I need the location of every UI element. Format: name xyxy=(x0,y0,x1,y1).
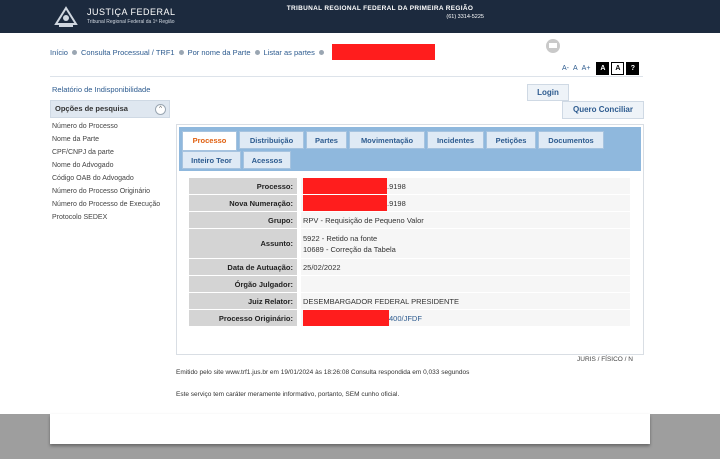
relatorio-indisponibilidade-link[interactable]: Relatório de Indisponibilidade xyxy=(52,85,150,94)
detail-label: Juiz Relator: xyxy=(189,293,297,309)
search-option-numero-processo[interactable]: Número do Processo xyxy=(52,122,172,131)
detail-value: .9198 xyxy=(301,178,630,194)
process-details-panel: Processo Distribuição Partes Movimentaçã… xyxy=(176,124,644,355)
tab-processo[interactable]: Processo xyxy=(182,131,237,151)
search-options-list: Número do Processo Nome da Parte CPF/CNP… xyxy=(52,122,172,226)
detail-row-grupo: Grupo: RPV - Requisição de Pequeno Valor xyxy=(189,212,630,229)
detail-row-nova-numeracao: Nova Numeração: .9198 xyxy=(189,195,630,212)
help-button[interactable]: ? xyxy=(626,61,640,75)
redacted-block xyxy=(303,195,387,211)
redacted-block xyxy=(331,44,435,60)
search-option-oab[interactable]: Código OAB do Advogado xyxy=(52,174,172,183)
redacted-block xyxy=(303,310,389,326)
assunto-item: 5922 - Retido na fonte xyxy=(303,233,378,243)
processo-originario-link[interactable]: 400/JFDF xyxy=(389,314,422,323)
detail-label: Data de Autuação: xyxy=(189,259,297,275)
top-header: JUSTIÇA FEDERAL Tribunal Regional Federa… xyxy=(0,0,720,33)
redacted-block xyxy=(303,178,387,194)
font-increase-button[interactable]: A+ xyxy=(582,65,591,72)
tab-documentos[interactable]: Documentos xyxy=(538,131,604,149)
breadcrumb-separator-icon xyxy=(318,49,324,55)
search-options-title: Opções de pesquisa xyxy=(55,104,128,113)
detail-value xyxy=(301,276,630,292)
court-phone: (61) 3314-5225 xyxy=(446,14,484,20)
tab-peticoes[interactable]: Petições xyxy=(486,131,536,149)
collapse-icon[interactable]: ^ xyxy=(155,104,166,115)
detail-value: DESEMBARGADOR FEDERAL PRESIDENTE xyxy=(301,293,630,309)
breadcrumb-consulta[interactable]: Consulta Processual / TRF1 xyxy=(81,48,175,57)
nova-numeracao-suffix: .9198 xyxy=(387,198,406,208)
detail-row-processo-originario: Processo Originário: 400/JFDF xyxy=(189,310,630,327)
detail-label: Órgão Julgador: xyxy=(189,276,297,292)
detail-value: 400/JFDF xyxy=(301,310,630,326)
breadcrumb-inicio[interactable]: Início xyxy=(50,48,68,57)
detail-row-juiz-relator: Juiz Relator: DESEMBARGADOR FEDERAL PRES… xyxy=(189,293,630,310)
justice-logo-icon xyxy=(54,6,78,27)
juris-indicator: JURIS / FÍSICO / N xyxy=(577,356,633,363)
tab-partes[interactable]: Partes xyxy=(306,131,347,149)
search-options-header[interactable]: Opções de pesquisa ^ xyxy=(50,100,170,118)
font-decrease-button[interactable]: A- xyxy=(562,65,569,72)
court-title: TRIBUNAL REGIONAL FEDERAL DA PRIMEIRA RE… xyxy=(286,5,474,12)
detail-row-orgao-julgador: Órgão Julgador: xyxy=(189,276,630,293)
logo-title: JUSTIÇA FEDERAL xyxy=(87,7,176,17)
detail-label: Processo Originário: xyxy=(189,310,297,326)
emitted-info: Emitido pelo site www.trf1.jus.br em 19/… xyxy=(176,369,470,376)
detail-row-processo: Processo: .9198 xyxy=(189,178,630,195)
search-option-processo-execucao[interactable]: Número do Processo de Execução xyxy=(52,200,172,209)
breadcrumb-por-nome[interactable]: Por nome da Parte xyxy=(188,48,251,57)
detail-label: Processo: xyxy=(189,178,297,194)
contrast-light-button[interactable]: A xyxy=(611,61,625,75)
detail-value: 5922 - Retido na fonte 10689 - Correção … xyxy=(301,229,630,258)
detail-label: Assunto: xyxy=(189,229,297,258)
disclaimer-text: Este serviço tem caráter meramente infor… xyxy=(176,391,400,398)
tab-incidentes[interactable]: Incidentes xyxy=(427,131,484,149)
tab-inteiro-teor[interactable]: Inteiro Teor xyxy=(182,151,241,169)
contrast-dark-button[interactable]: A xyxy=(596,61,610,75)
breadcrumb-separator-icon xyxy=(254,49,260,55)
detail-row-assunto: Assunto: 5922 - Retido na fonte 10689 - … xyxy=(189,229,630,259)
breadcrumb-separator-icon xyxy=(178,49,184,55)
processo-number-suffix: .9198 xyxy=(387,181,406,191)
breadcrumb-separator-icon xyxy=(71,49,77,55)
font-normal-button[interactable]: A xyxy=(573,65,578,72)
search-option-cpf-cnpj[interactable]: CPF/CNPJ da parte xyxy=(52,148,172,157)
detail-value: RPV - Requisição de Pequeno Valor xyxy=(301,212,630,228)
detail-row-data-autuacao: Data de Autuação: 25/02/2022 xyxy=(189,259,630,276)
tab-bar: Processo Distribuição Partes Movimentaçã… xyxy=(179,127,641,171)
assunto-item: 10689 - Correção da Tabela xyxy=(303,244,396,254)
login-button[interactable]: Login xyxy=(527,84,569,101)
detail-value: 25/02/2022 xyxy=(301,259,630,275)
breadcrumb-listar-partes[interactable]: Listar as partes xyxy=(264,48,315,57)
font-size-controls: A- A A+ A A ? xyxy=(562,61,640,75)
detail-label: Grupo: xyxy=(189,212,297,228)
tab-distribuicao[interactable]: Distribuição xyxy=(239,131,304,149)
divider xyxy=(50,76,643,77)
logo-subtitle: Tribunal Regional Federal da 1ª Região xyxy=(87,19,175,25)
detail-label: Nova Numeração: xyxy=(189,195,297,211)
breadcrumb: Início Consulta Processual / TRF1 Por no… xyxy=(50,44,435,60)
tab-movimentacao[interactable]: Movimentação xyxy=(349,131,425,149)
search-option-processo-originario[interactable]: Número do Processo Originário xyxy=(52,187,172,196)
bottom-card xyxy=(50,414,650,444)
detail-value: .9198 xyxy=(301,195,630,211)
quero-conciliar-button[interactable]: Quero Conciliar xyxy=(562,101,644,119)
search-option-nome-parte[interactable]: Nome da Parte xyxy=(52,135,172,144)
page: JUSTIÇA FEDERAL Tribunal Regional Federa… xyxy=(0,0,720,459)
search-option-nome-advogado[interactable]: Nome do Advogado xyxy=(52,161,172,170)
print-icon[interactable] xyxy=(546,39,560,53)
justica-federal-logo[interactable]: JUSTIÇA FEDERAL Tribunal Regional Federa… xyxy=(53,2,203,32)
tab-acessos[interactable]: Acessos xyxy=(243,151,291,169)
search-option-protocolo-sedex[interactable]: Protocolo SEDEX xyxy=(52,213,172,222)
